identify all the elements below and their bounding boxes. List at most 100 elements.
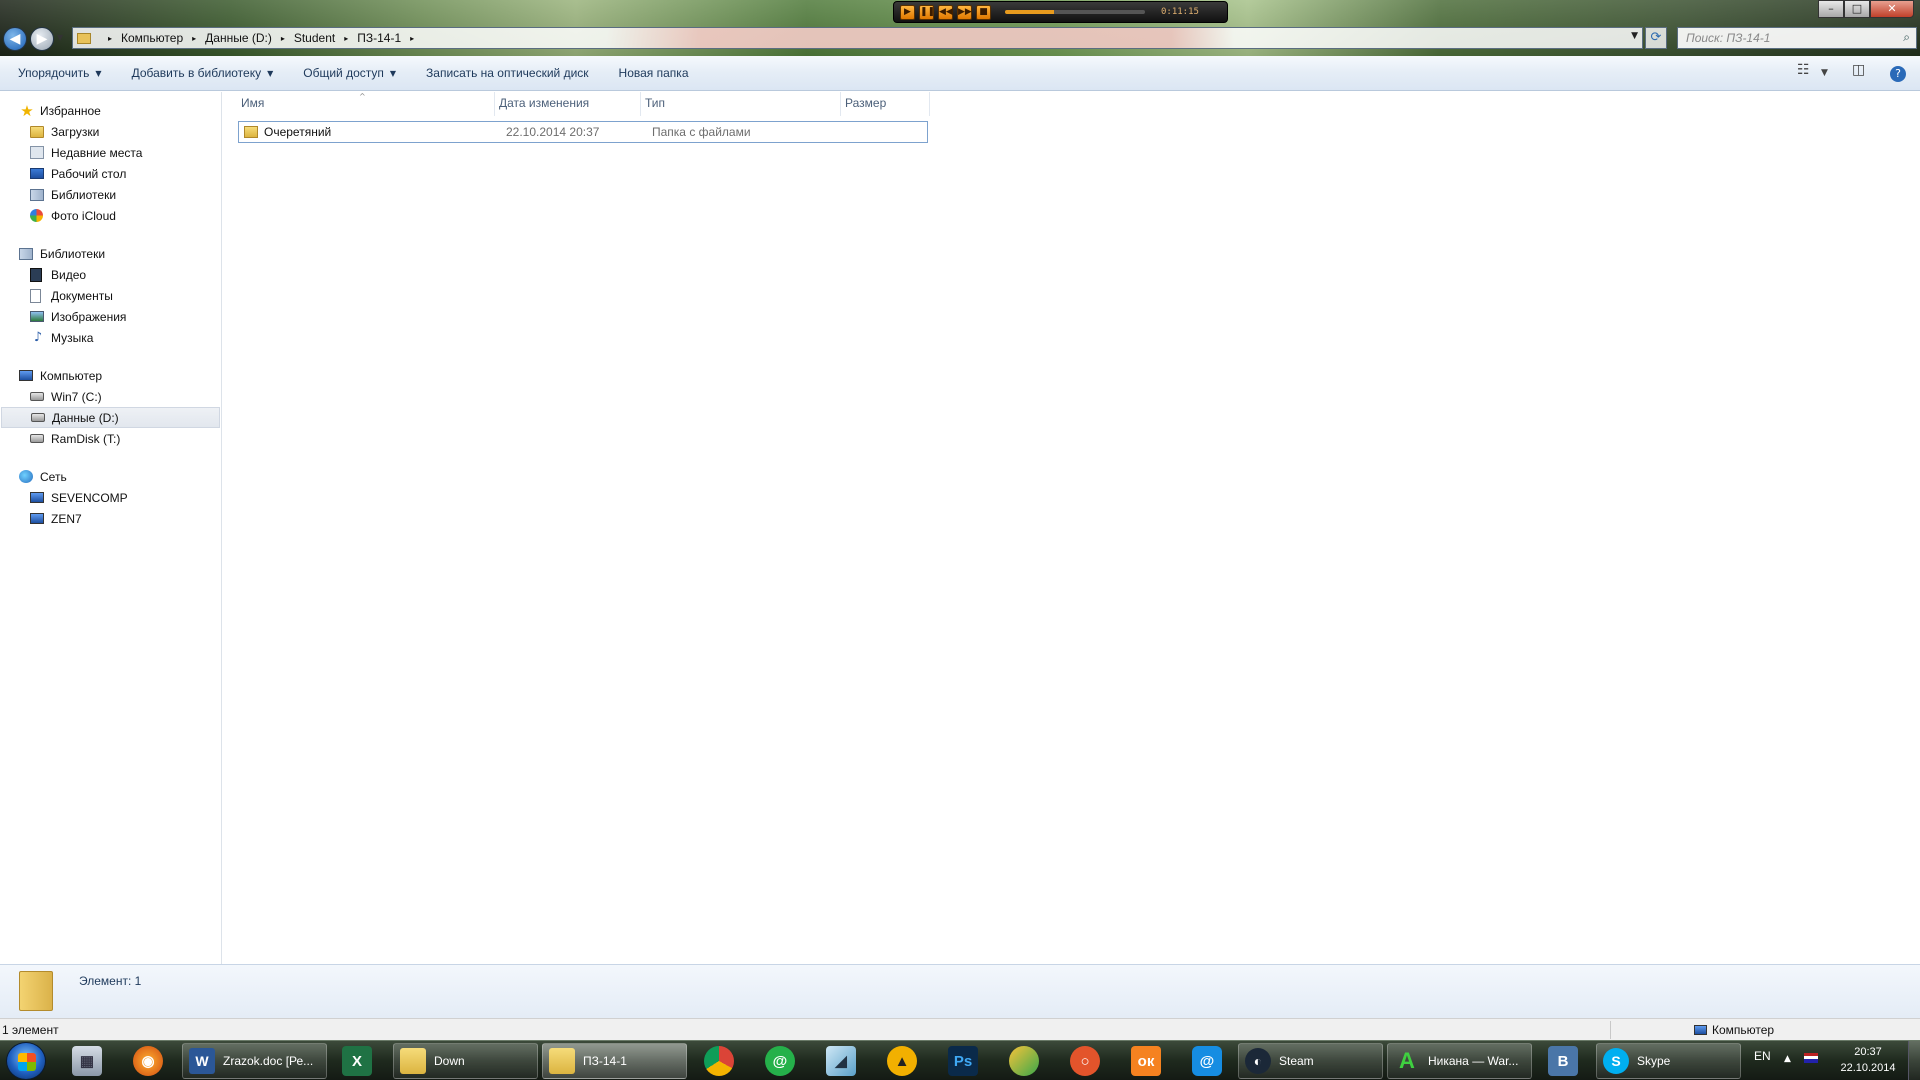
sidebar-item-ramdisk-t[interactable]: RamDisk (T:)	[0, 428, 221, 449]
sidebar-item-zen7[interactable]: ZEN7	[0, 508, 221, 529]
sidebar-favorites[interactable]: ★ Избранное	[0, 100, 221, 121]
origin-icon[interactable]: ○	[1070, 1046, 1100, 1076]
word-icon: W	[189, 1048, 215, 1074]
taskbar-clock[interactable]: 20:37 22.10.2014	[1830, 1044, 1906, 1076]
sidebar-item-sevencomp[interactable]: SEVENCOMP	[0, 487, 221, 508]
next-icon[interactable]: ▶▶	[957, 4, 972, 20]
folder-icon	[77, 32, 91, 44]
search-input[interactable]: Поиск: ПЗ-14-1 ⌕	[1677, 27, 1917, 49]
column-header-date[interactable]: Дата изменения	[495, 92, 641, 116]
view-dropdown-icon[interactable]: ▼	[1821, 68, 1828, 78]
play-icon[interactable]: ▶	[900, 4, 915, 20]
firefox-icon[interactable]: ◉	[133, 1046, 163, 1076]
breadcrumb-student[interactable]: Student	[294, 31, 335, 45]
add-to-library-button[interactable]: Добавить в библиотеку ▼	[123, 61, 283, 85]
sidebar-item-libraries-fav[interactable]: Библиотеки	[0, 184, 221, 205]
odnoklassniki-icon[interactable]: ок	[1131, 1046, 1161, 1076]
sidebar-item-recent-places[interactable]: Недавние места	[0, 142, 221, 163]
search-icon[interactable]: ⌕	[1903, 30, 1910, 45]
folder-icon	[400, 1048, 426, 1074]
libraries-icon	[30, 188, 44, 201]
network-icon	[19, 470, 33, 483]
sidebar-item-music[interactable]: ♪ Музыка	[0, 327, 221, 348]
breadcrumb-separator-icon[interactable]: ▸	[410, 34, 414, 43]
taskbar-item-down[interactable]: Down	[393, 1043, 538, 1079]
forward-button[interactable]: ▶	[30, 27, 54, 51]
photoshop-icon[interactable]: Ps	[948, 1046, 978, 1076]
table-row[interactable]: Очеретяний 22.10.2014 20:37 Папка с файл…	[238, 121, 928, 143]
new-folder-label: Новая папка	[618, 66, 689, 80]
sidebar-libraries[interactable]: Библиотеки	[0, 243, 221, 264]
show-desktop-button[interactable]	[1908, 1041, 1920, 1080]
column-header-name[interactable]: ^ Имя	[237, 92, 495, 116]
previous-icon[interactable]: ◀◀	[938, 4, 953, 20]
pause-icon[interactable]: ❚❚	[919, 4, 935, 20]
taskbar-item-label: Down	[434, 1054, 465, 1068]
preview-pane-icon[interactable]: ◫	[1852, 62, 1865, 78]
taskbar-item-skype[interactable]: S Skype	[1596, 1043, 1741, 1079]
sidebar-item-documents[interactable]: Документы	[0, 285, 221, 306]
breadcrumb-separator-icon[interactable]: ▸	[344, 34, 348, 43]
desktop-icon	[30, 168, 44, 179]
breadcrumb-computer[interactable]: Компьютер	[121, 31, 183, 45]
excel-icon[interactable]: X	[342, 1046, 372, 1076]
share-button[interactable]: Общий доступ ▼	[294, 61, 405, 85]
calculator-icon[interactable]: ▦	[72, 1046, 102, 1076]
notes-app-icon[interactable]: ◢	[826, 1046, 856, 1076]
tray-expand-icon[interactable]: ▲	[1784, 1054, 1791, 1064]
mail-agent-icon[interactable]: @	[765, 1046, 795, 1076]
network-computer-icon	[30, 492, 44, 503]
chrome-icon[interactable]	[704, 1046, 734, 1076]
sidebar-network[interactable]: Сеть	[0, 466, 221, 487]
new-folder-button[interactable]: Новая папка	[610, 61, 698, 85]
sidebar-item-drive-c[interactable]: Win7 (C:)	[0, 386, 221, 407]
burn-button[interactable]: Записать на оптический диск	[417, 61, 598, 85]
language-indicator[interactable]: EN	[1754, 1049, 1771, 1063]
column-header-type[interactable]: Тип	[641, 92, 841, 116]
column-headers: ^ Имя Дата изменения Тип Размер	[237, 92, 930, 116]
back-button[interactable]: ◀	[3, 27, 27, 51]
sidebar-item-drive-d[interactable]: Данные (D:)	[1, 407, 220, 428]
file-name-cell: Очеретяний	[239, 125, 502, 139]
breadcrumb-current-folder[interactable]: ПЗ-14-1	[357, 31, 401, 45]
sidebar-item-video[interactable]: Видео	[0, 264, 221, 285]
organize-button[interactable]: Упорядочить ▼	[9, 61, 111, 85]
navigation-pane: ★ Избранное Загрузки Недавние места Рабо…	[0, 92, 222, 964]
breadcrumb-separator-icon[interactable]: ▸	[108, 34, 112, 43]
start-button[interactable]	[6, 1042, 46, 1080]
sidebar-item-label: RamDisk (T:)	[51, 431, 121, 446]
clock-time: 20:37	[1854, 1046, 1882, 1058]
app-ball-icon[interactable]	[1009, 1046, 1039, 1076]
address-history-dropdown-icon[interactable]: ▼	[1631, 31, 1638, 41]
player-progress-slider[interactable]	[1005, 10, 1145, 14]
sidebar-item-pictures[interactable]: Изображения	[0, 306, 221, 327]
breadcrumb-separator-icon[interactable]: ▸	[281, 34, 285, 43]
refresh-button[interactable]: ⟳	[1645, 27, 1667, 49]
view-options-icon[interactable]: ☷	[1797, 62, 1810, 78]
taskbar-item-game[interactable]: A Никана — War...	[1387, 1043, 1532, 1079]
sidebar-computer[interactable]: Компьютер	[0, 365, 221, 386]
sidebar-item-downloads[interactable]: Загрузки	[0, 121, 221, 142]
aimp-icon[interactable]: ▲	[887, 1046, 917, 1076]
minimize-button[interactable]: –	[1818, 0, 1844, 18]
sidebar-item-icloud-photos[interactable]: Фото iCloud	[0, 205, 221, 226]
close-button[interactable]: ✕	[1870, 0, 1914, 18]
help-icon[interactable]: ?	[1890, 66, 1906, 82]
sidebar-item-label: ZEN7	[51, 511, 82, 526]
stop-icon[interactable]: ■	[976, 4, 991, 20]
taskbar-item-explorer-active[interactable]: ПЗ-14-1	[542, 1043, 687, 1079]
breadcrumb-separator-icon[interactable]: ▸	[192, 34, 196, 43]
vk-icon[interactable]: B	[1548, 1046, 1578, 1076]
address-bar[interactable]: ▸ Компьютер ▸ Данные (D:) ▸ Student ▸ ПЗ…	[72, 27, 1643, 49]
tray-flag-icon[interactable]	[1804, 1053, 1818, 1063]
add-to-library-label: Добавить в библиотеку	[131, 66, 262, 80]
taskbar-item-word[interactable]: W Zrazok.doc [Ре...	[182, 1043, 327, 1079]
recent-pages-dropdown-icon[interactable]: ▼	[57, 33, 63, 42]
windows-logo-icon	[18, 1053, 36, 1071]
taskbar-item-steam[interactable]: ◐ Steam	[1238, 1043, 1383, 1079]
mail-ru-icon[interactable]: @	[1192, 1046, 1222, 1076]
column-header-size[interactable]: Размер	[841, 92, 930, 116]
breadcrumb-drive-d[interactable]: Данные (D:)	[205, 31, 272, 45]
sidebar-item-desktop[interactable]: Рабочий стол	[0, 163, 221, 184]
maximize-button[interactable]: □	[1844, 0, 1870, 18]
